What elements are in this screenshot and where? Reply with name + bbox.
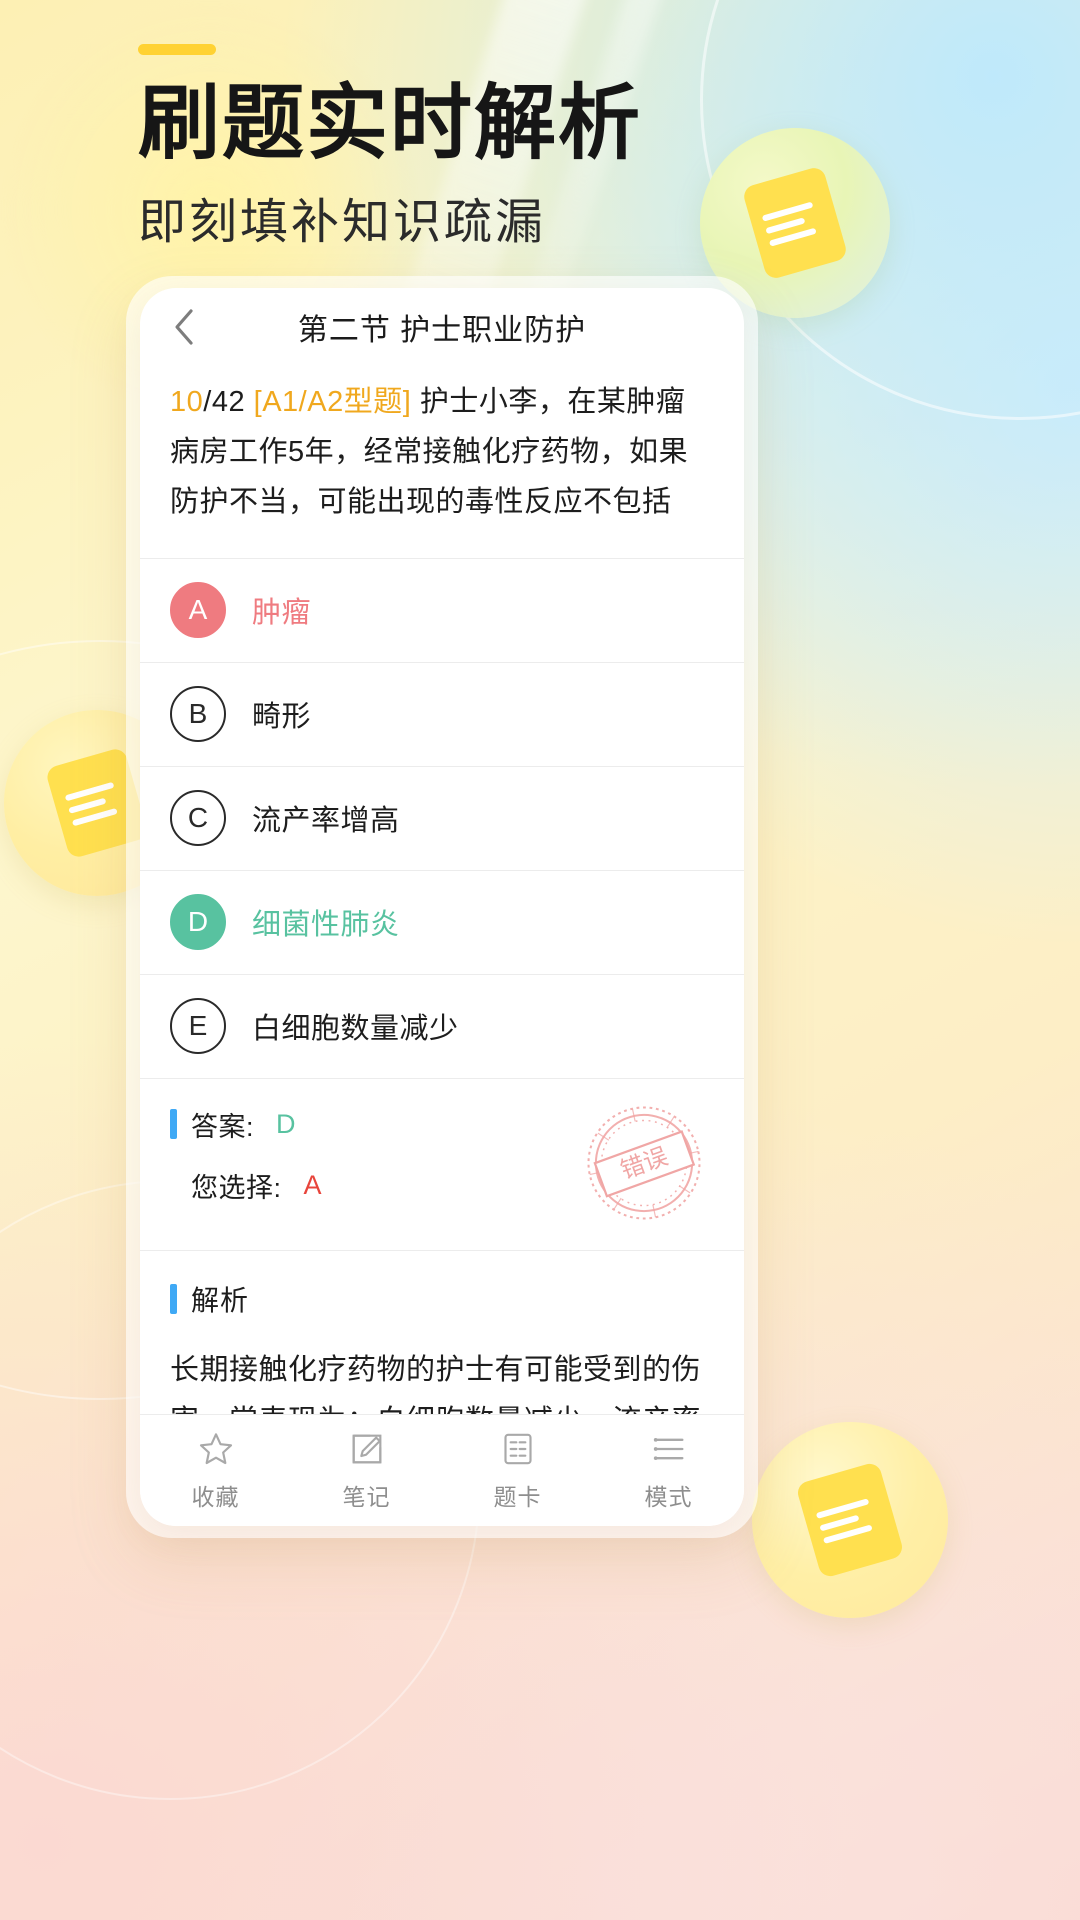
question-stem: 护士小李，在某肿瘤病房工作5年，经常接触化疗药物，如果防护不当，可能出现的毒性反… (170, 386, 689, 518)
nav-label-notes: 笔记 (342, 1484, 391, 1510)
hero-subtitle: 即刻填补知识疏漏 (138, 196, 547, 250)
answer-row: 答案: D (170, 1105, 714, 1144)
option-b-key: B (170, 686, 226, 743)
nav-label-favorite: 收藏 (191, 1484, 240, 1510)
explanation-block: 解析 长期接触化疗药物的护士有可能受到的伤害，常表现为：白细胞数量减少、流产率增… (140, 1251, 744, 1414)
chosen-row: 您选择: A (170, 1166, 714, 1205)
option-c-text: 流产率增高 (252, 805, 400, 838)
option-c-key: C (170, 790, 226, 847)
option-c[interactable]: C 流产率增高 (140, 767, 744, 871)
note-edit-icon (347, 1429, 387, 1469)
option-e[interactable]: E 白细胞数量减少 (140, 975, 744, 1079)
explanation-header: 解析 (170, 1279, 714, 1319)
nav-label-question-card: 题卡 (493, 1484, 542, 1510)
question-block: 10/42 [A1/A2型题] 护士小李，在某肿瘤病房工作5年，经常接触化疗药物… (140, 366, 744, 559)
marker-bar (170, 1109, 177, 1140)
bottom-nav: 收藏 笔记 题卡 模式 (140, 1414, 744, 1526)
question-total: /42 (203, 386, 246, 418)
option-a-text: 肿瘤 (252, 597, 312, 630)
nav-item-mode[interactable]: 模式 (593, 1429, 744, 1512)
hero-title: 刷题实时解析 (138, 78, 643, 169)
option-b[interactable]: B 畸形 (140, 663, 744, 767)
answer-value: D (276, 1108, 296, 1139)
option-a-key: A (170, 582, 226, 639)
option-d-key: D (170, 894, 226, 951)
option-b-text: 畸形 (252, 701, 312, 734)
nav-item-question-card[interactable]: 题卡 (442, 1429, 593, 1512)
nav-item-favorite[interactable]: 收藏 (140, 1429, 291, 1512)
question-index: 10 (170, 386, 204, 418)
option-a[interactable]: A 肿瘤 (140, 559, 744, 663)
wrong-stamp-icon: 错误 (587, 1106, 701, 1220)
star-icon (196, 1429, 236, 1469)
question-type-tag: [A1/A2型题] (253, 386, 412, 418)
nav-item-notes[interactable]: 笔记 (291, 1429, 442, 1512)
explanation-title: 解析 (191, 1284, 250, 1316)
option-d-text: 细菌性肺炎 (252, 909, 400, 942)
option-e-key: E (170, 998, 226, 1055)
app-header: 第二节 护士职业防护 (140, 288, 744, 366)
explanation-text: 长期接触化疗药物的护士有可能受到的伤害，常表现为：白细胞数量减少、流产率增高，甚… (170, 1353, 702, 1414)
nav-label-mode: 模式 (644, 1484, 693, 1510)
card-list-icon (498, 1429, 538, 1469)
page-title: 第二节 护士职业防护 (297, 314, 587, 347)
chosen-label: 您选择: (191, 1172, 282, 1203)
option-e-text: 白细胞数量减少 (252, 1013, 459, 1046)
answer-block: 答案: D 您选择: A 错误 (140, 1079, 744, 1251)
hero-headline: 刷题实时解析 即刻填补知识疏漏 (138, 44, 958, 252)
decor-note-card (795, 1461, 905, 1579)
mode-lines-icon (649, 1429, 689, 1469)
marker-bar (170, 1283, 177, 1314)
question-text: 10/42 [A1/A2型题] 护士小李，在某肿瘤病房工作5年，经常接触化疗药物… (170, 378, 714, 528)
decor-bubble-bottomright (752, 1422, 948, 1618)
chosen-value: A (303, 1169, 322, 1200)
chevron-left-icon[interactable] (164, 307, 204, 347)
accent-bar (138, 44, 216, 55)
option-d[interactable]: D 细菌性肺炎 (140, 871, 744, 975)
content-scroll-area[interactable]: 10/42 [A1/A2型题] 护士小李，在某肿瘤病房工作5年，经常接触化疗药物… (140, 366, 744, 1414)
answer-label: 答案: (191, 1111, 255, 1142)
phone-screen: 第二节 护士职业防护 10/42 [A1/A2型题] 护士小李，在某肿瘤病房工作… (140, 288, 744, 1526)
